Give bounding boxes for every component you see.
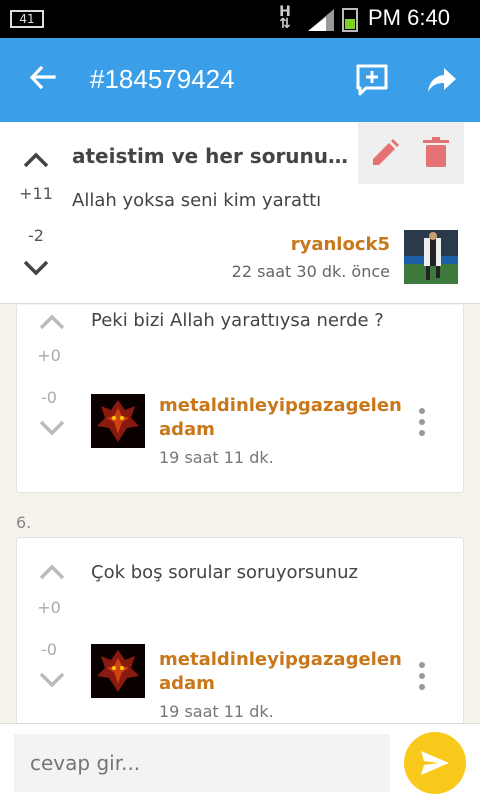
- entry-date: 19 saat 11 dk.: [159, 702, 274, 721]
- author-name-line: adam: [159, 673, 215, 694]
- topic-actions: [358, 122, 464, 184]
- app-bar: #184579424: [0, 38, 480, 122]
- author-name-line: adam: [159, 419, 215, 440]
- upvote-count: +0: [37, 346, 61, 365]
- entries-list[interactable]: Peki bizi Allah yarattıysa nerde ? +0 -0…: [0, 305, 480, 723]
- topic-header: +11 -2 ateistim ve her sorunuz... Allah …: [0, 122, 480, 304]
- author-avatar[interactable]: [404, 230, 458, 284]
- signal-icon: [308, 9, 334, 31]
- entry-text: Peki bizi Allah yarattıysa nerde ?: [91, 310, 384, 331]
- delete-icon[interactable]: [422, 137, 450, 167]
- entry-card: Peki bizi Allah yarattıysa nerde ? +0 -0…: [16, 305, 464, 493]
- more-options-icon[interactable]: [415, 662, 429, 694]
- entry-author[interactable]: metaldinleyipgazagelen adam: [159, 394, 402, 442]
- upvote-icon[interactable]: [37, 310, 67, 334]
- downvote-icon[interactable]: [37, 668, 67, 692]
- entry-date: 19 saat 11 dk.: [159, 448, 274, 467]
- upvote-count: +11: [19, 184, 53, 203]
- status-bar: 41 H ⇅ PM 6:40: [0, 0, 480, 38]
- entry-card: Çok boş sorular soruyorsunuz +0 -0 metal…: [16, 537, 464, 723]
- entry-author[interactable]: metaldinleyipgazagelen adam: [159, 648, 402, 696]
- send-icon: [421, 751, 449, 775]
- topic-author[interactable]: ryanlock5: [291, 234, 390, 255]
- back-arrow-icon[interactable]: [26, 62, 58, 94]
- battery-icon: [342, 8, 358, 32]
- edit-icon[interactable]: [370, 138, 400, 168]
- author-name-line: metaldinleyipgazagelen: [159, 395, 402, 416]
- topic-title[interactable]: ateistim ve her sorunuz...: [72, 144, 352, 168]
- downvote-icon[interactable]: [37, 416, 67, 440]
- reply-bar: [0, 723, 480, 800]
- upvote-icon[interactable]: [21, 148, 51, 172]
- more-options-icon[interactable]: [415, 408, 429, 440]
- page-title: #184579424: [90, 64, 235, 94]
- share-icon[interactable]: [424, 62, 460, 98]
- downvote-icon[interactable]: [21, 256, 51, 280]
- downvote-count: -2: [28, 226, 44, 245]
- network-type-icon: H ⇅: [279, 4, 291, 32]
- downvote-count: -0: [41, 640, 57, 659]
- clock: PM 6:40: [368, 5, 450, 30]
- reply-input[interactable]: [14, 734, 390, 792]
- downvote-count: -0: [41, 388, 57, 407]
- author-avatar[interactable]: [91, 394, 145, 448]
- send-button[interactable]: [404, 732, 466, 794]
- topic-entry-text: Allah yoksa seni kim yarattı: [72, 190, 322, 211]
- add-entry-icon[interactable]: [354, 62, 390, 98]
- author-name-line: metaldinleyipgazagelen: [159, 649, 402, 670]
- notification-icon: 41: [10, 10, 44, 28]
- topic-date: 22 saat 30 dk. önce: [231, 262, 390, 281]
- author-avatar[interactable]: [91, 644, 145, 698]
- upvote-count: +0: [37, 598, 61, 617]
- entry-text: Çok boş sorular soruyorsunuz: [91, 562, 358, 583]
- upvote-icon[interactable]: [37, 560, 67, 584]
- entry-number: 6.: [16, 513, 32, 532]
